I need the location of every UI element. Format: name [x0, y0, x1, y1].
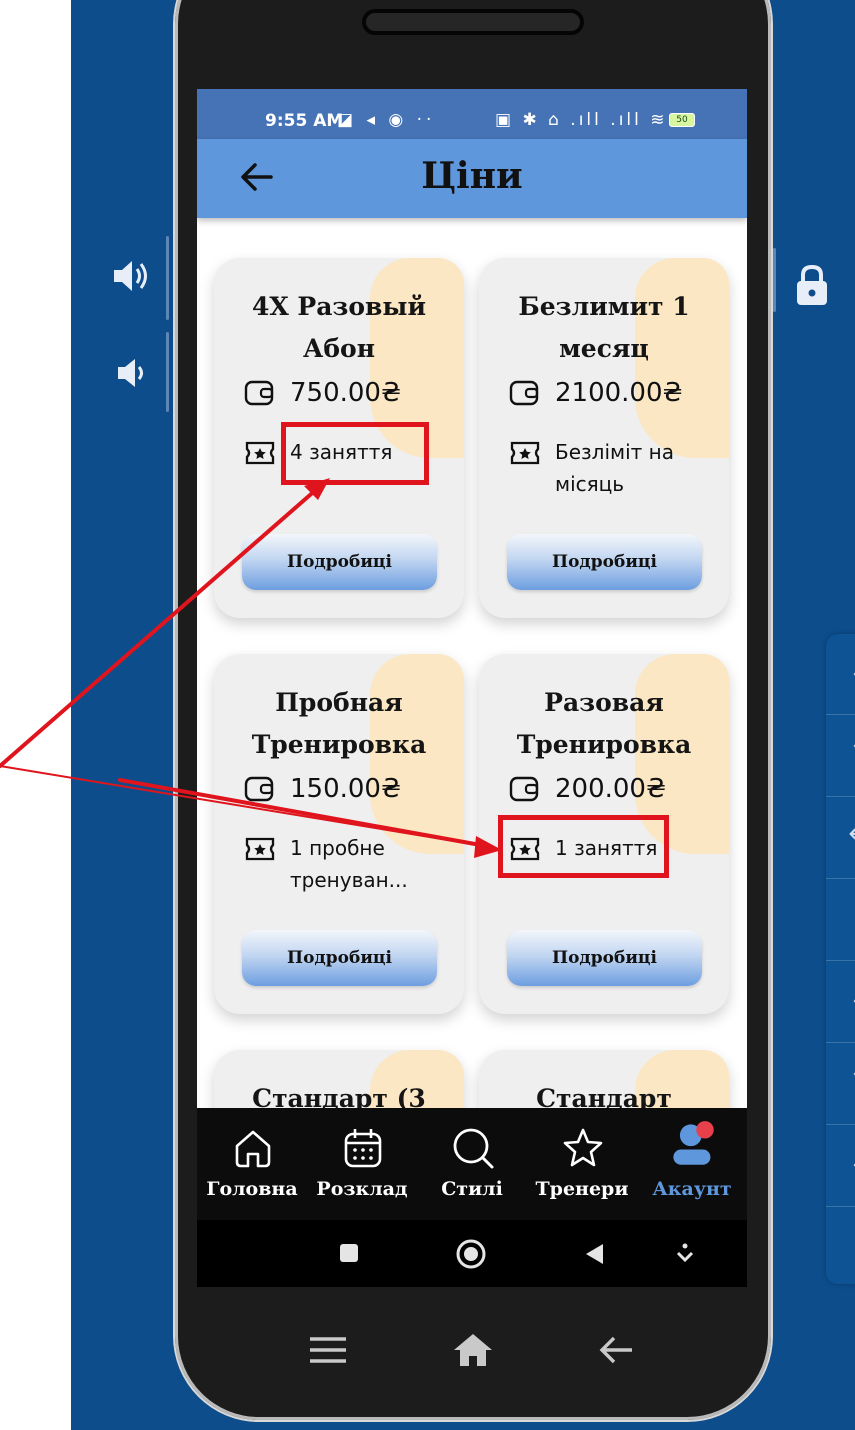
panel-item[interactable]: ↓ — [826, 634, 855, 714]
wallet-icon — [244, 776, 274, 802]
details-button[interactable]: Подробиці — [507, 930, 702, 986]
wallet-icon — [509, 776, 539, 802]
panel-item[interactable]: – — [826, 878, 855, 959]
card-price: 150.00₴ — [290, 774, 402, 804]
nav-home[interactable]: Головна — [197, 1108, 307, 1220]
ticket-icon — [245, 441, 275, 465]
nav-account[interactable]: Акаунт — [637, 1108, 747, 1220]
nav-label: Розклад — [316, 1178, 408, 1200]
volume-up-icon[interactable] — [112, 258, 152, 294]
side-tool-panel: ↓ ↑ ← – ↓ ↑ ↓ – — [826, 634, 855, 1284]
card-lessons: Безлiмiт на мiсяць — [555, 440, 674, 496]
bottom-navigation: Головна Розклад Стилі Тренери Акаунт — [197, 1108, 747, 1220]
nav-label: Головна — [206, 1178, 298, 1200]
panel-item[interactable]: ↓ — [826, 960, 855, 1041]
recents-icon[interactable] — [337, 1241, 361, 1265]
panel-item[interactable]: – — [826, 1206, 855, 1287]
status-bar: 9:55 AM ◪ ◂ ◉ ·· ▣ ✱ ⌂ .ıll .ıll ≋ 50 — [197, 89, 747, 139]
home-circle-icon[interactable] — [455, 1238, 487, 1270]
side-divider — [166, 332, 169, 412]
back-triangle-icon[interactable] — [583, 1242, 605, 1266]
status-time: 9:55 AM — [265, 111, 344, 131]
panel-item[interactable]: ↑ — [826, 1042, 855, 1123]
search-icon — [453, 1128, 494, 1169]
card-title: Разовая Тренировка — [516, 688, 692, 759]
calendar-icon — [344, 1129, 382, 1168]
back-arrow-icon[interactable] — [598, 1334, 634, 1366]
keyboard-toggle-icon[interactable] — [675, 1242, 695, 1266]
card-price: 750.00₴ — [290, 378, 402, 408]
nav-schedule[interactable]: Розклад — [307, 1108, 417, 1220]
volume-down-icon[interactable] — [116, 356, 150, 390]
notification-icons: ◪ ◂ ◉ ·· — [337, 110, 436, 130]
side-divider — [166, 236, 169, 320]
panel-item[interactable]: ↑ — [826, 714, 855, 795]
star-icon — [563, 1128, 603, 1167]
app-bar: Ціни — [197, 139, 747, 218]
annotation-highlight — [281, 422, 429, 485]
details-button[interactable]: Подробиці — [242, 930, 437, 986]
price-list: 4X Разовый Абон 750.00₴ 4 заняття Подроб… — [197, 218, 747, 1287]
wallet-icon — [244, 380, 274, 406]
system-navigation-bar — [197, 1220, 747, 1287]
wallet-icon — [509, 380, 539, 406]
menu-icon[interactable] — [308, 1335, 348, 1365]
nav-label: Тренери — [535, 1178, 629, 1200]
battery-icon: 50 — [669, 113, 695, 127]
card-title: Безлимит 1 месяц — [518, 292, 690, 363]
hardware-buttons — [175, 1300, 771, 1400]
card-price: 200.00₴ — [555, 774, 667, 804]
nav-label: Стилі — [441, 1178, 503, 1200]
details-button[interactable]: Подробиці — [242, 534, 437, 590]
lock-icon[interactable] — [795, 264, 829, 306]
card-price: 2100.00₴ — [555, 378, 683, 408]
nav-trainers[interactable]: Тренери — [527, 1108, 637, 1220]
phone-speaker — [362, 9, 584, 35]
price-card[interactable]: Пробная Тренировка 150.00₴ 1 пробне трен… — [214, 654, 464, 1014]
annotation-highlight — [498, 815, 669, 878]
system-icons: ▣ ✱ ⌂ .ıll .ıll ≋ — [495, 110, 668, 130]
phone-screen: 9:55 AM ◪ ◂ ◉ ·· ▣ ✱ ⌂ .ıll .ıll ≋ 50 Ці… — [197, 89, 747, 1287]
card-title: Пробная Тренировка — [251, 688, 427, 759]
page-title: Ціни — [421, 155, 523, 197]
home-icon[interactable] — [452, 1332, 494, 1368]
ticket-icon — [245, 837, 275, 861]
card-lessons: 1 пробне тренуван... — [290, 836, 408, 892]
side-divider — [773, 248, 776, 312]
panel-item[interactable]: ← — [826, 796, 855, 877]
nav-styles[interactable]: Стилі — [417, 1108, 527, 1220]
panel-item[interactable]: ↓ — [826, 1124, 855, 1205]
price-card[interactable]: Безлимит 1 месяц 2100.00₴ Безлiмiт на мi… — [479, 258, 729, 618]
card-title: 4X Разовый Абон — [251, 292, 427, 363]
account-icon — [673, 1121, 714, 1165]
ticket-icon — [510, 441, 540, 465]
details-button[interactable]: Подробиці — [507, 534, 702, 590]
home-icon — [235, 1130, 271, 1168]
nav-label: Акаунт — [652, 1178, 732, 1200]
